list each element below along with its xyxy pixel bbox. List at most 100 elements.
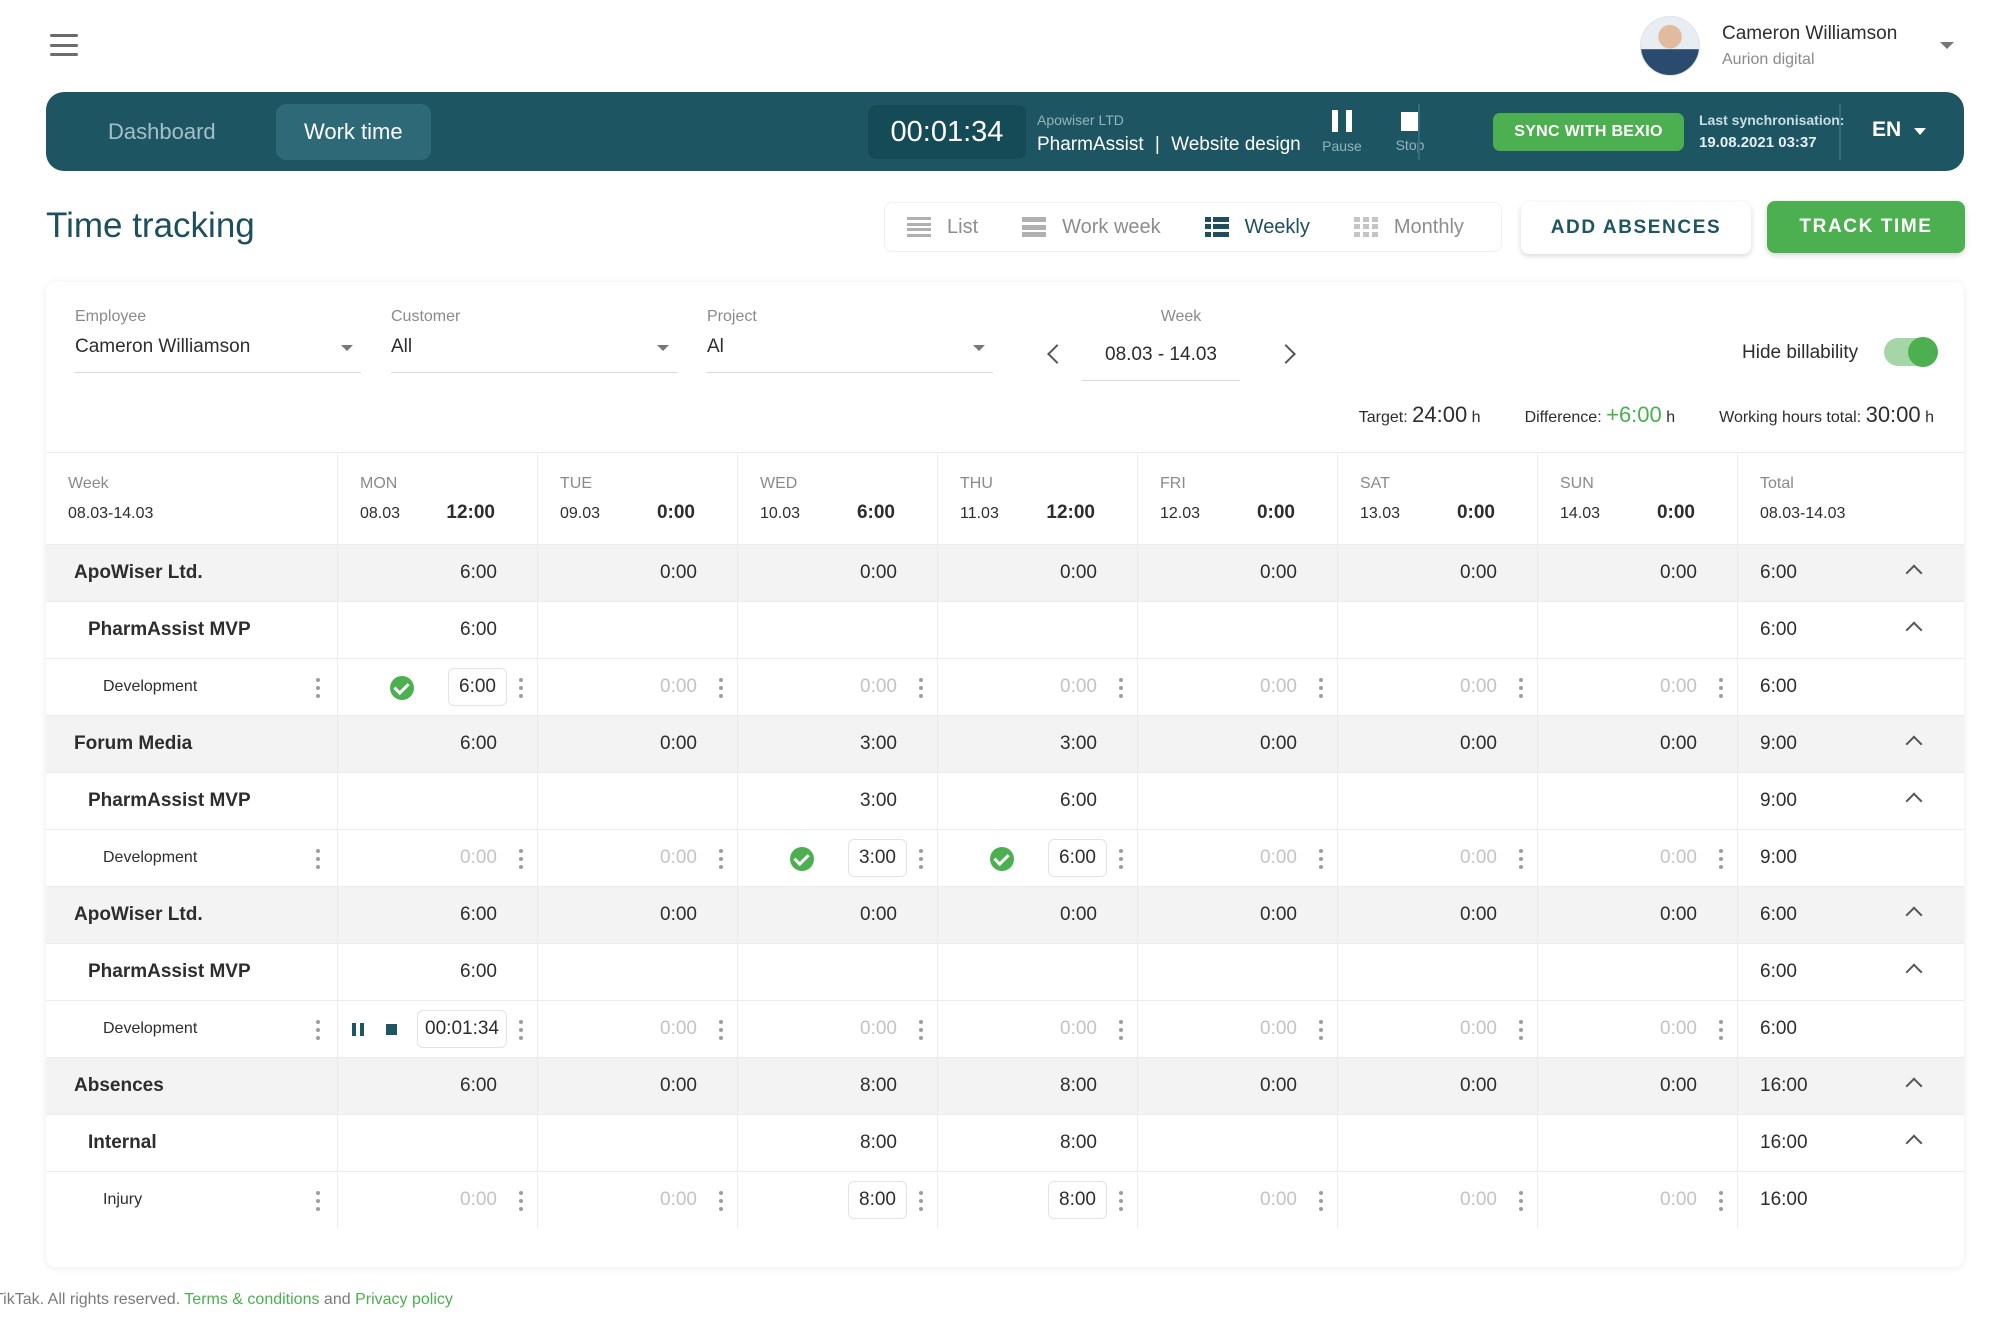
hours-input[interactable]: 0:00 — [660, 659, 697, 715]
hours-input[interactable]: 0:00 — [660, 1172, 697, 1228]
more-options-icon[interactable] — [1519, 849, 1523, 869]
view-monthly[interactable]: Monthly — [1332, 203, 1486, 251]
track-time-button[interactable]: TRACK TIME — [1767, 201, 1965, 253]
day-cell-mon[interactable]: 0:00 — [337, 1172, 537, 1228]
pause-button[interactable]: Pause — [1316, 110, 1368, 154]
hours-input[interactable]: 0:00 — [1660, 830, 1697, 886]
more-options-icon[interactable] — [316, 1020, 320, 1040]
hours-input[interactable]: 0:00 — [1060, 1001, 1097, 1057]
chevron-left-icon[interactable] — [1047, 344, 1067, 364]
hours-input[interactable]: 0:00 — [660, 830, 697, 886]
customer-select[interactable]: All — [391, 336, 677, 373]
chevron-up-icon[interactable] — [1905, 735, 1923, 753]
add-absences-button[interactable]: ADD ABSENCES — [1521, 202, 1751, 254]
hide-billability-toggle[interactable] — [1884, 337, 1938, 367]
more-options-icon[interactable] — [719, 678, 723, 698]
hours-input[interactable]: 0:00 — [1260, 1001, 1297, 1057]
hours-input[interactable]: 0:00 — [1660, 1172, 1697, 1228]
day-cell-sat[interactable]: 0:00 — [1337, 1172, 1537, 1228]
hours-input[interactable]: 0:00 — [860, 659, 897, 715]
more-options-icon[interactable] — [719, 1191, 723, 1211]
chevron-up-icon[interactable] — [1905, 1077, 1923, 1095]
privacy-link[interactable]: Privacy policy — [355, 1291, 453, 1308]
day-cell-sat[interactable]: 0:00 — [1337, 659, 1537, 715]
day-cell-fri[interactable]: 0:00 — [1137, 1172, 1337, 1228]
more-options-icon[interactable] — [1519, 1020, 1523, 1040]
chevron-up-icon[interactable] — [1905, 621, 1923, 639]
employee-select[interactable]: Cameron Williamson — [75, 336, 361, 373]
more-options-icon[interactable] — [1319, 1191, 1323, 1211]
hours-input[interactable]: 0:00 — [1260, 830, 1297, 886]
chevron-right-icon[interactable] — [1276, 344, 1296, 364]
tab-work-time[interactable]: Work time — [276, 104, 431, 160]
more-options-icon[interactable] — [316, 1191, 320, 1211]
more-options-icon[interactable] — [519, 849, 523, 869]
more-options-icon[interactable] — [519, 1191, 523, 1211]
more-options-icon[interactable] — [919, 1020, 923, 1040]
user-menu[interactable]: Cameron Williamson Aurion digital — [1640, 14, 1960, 78]
hours-input[interactable]: 0:00 — [1060, 659, 1097, 715]
day-cell-mon[interactable]: 6:00 — [337, 659, 537, 715]
terms-link[interactable]: Terms & conditions — [184, 1291, 319, 1308]
day-cell-sat[interactable]: 0:00 — [1337, 830, 1537, 886]
more-options-icon[interactable] — [1119, 1191, 1123, 1211]
project-select[interactable]: Al — [707, 336, 993, 373]
more-options-icon[interactable] — [1719, 1191, 1723, 1211]
more-options-icon[interactable] — [316, 849, 320, 869]
day-cell-wed[interactable]: 0:00 — [737, 659, 937, 715]
day-cell-fri[interactable]: 0:00 — [1137, 830, 1337, 886]
hours-input[interactable]: 0:00 — [1660, 659, 1697, 715]
more-options-icon[interactable] — [1119, 1020, 1123, 1040]
hours-input[interactable]: 0:00 — [460, 830, 497, 886]
day-cell-tue[interactable]: 0:00 — [537, 1172, 737, 1228]
day-cell-fri[interactable]: 0:00 — [1137, 659, 1337, 715]
view-list[interactable]: List — [885, 203, 1000, 251]
day-cell-wed[interactable]: 8:00 — [737, 1172, 937, 1228]
more-options-icon[interactable] — [1719, 678, 1723, 698]
day-cell-thu[interactable]: 0:00 — [937, 1001, 1137, 1057]
more-options-icon[interactable] — [1719, 1020, 1723, 1040]
more-options-icon[interactable] — [919, 849, 923, 869]
more-options-icon[interactable] — [519, 678, 523, 698]
hours-input[interactable]: 0:00 — [1460, 1001, 1497, 1057]
chevron-up-icon[interactable] — [1905, 906, 1923, 924]
day-cell-thu[interactable]: 8:00 — [937, 1172, 1137, 1228]
hours-input[interactable]: 0:00 — [1460, 1172, 1497, 1228]
hours-input[interactable]: 8:00 — [848, 1181, 907, 1219]
stop-icon[interactable] — [386, 1024, 397, 1035]
more-options-icon[interactable] — [919, 678, 923, 698]
more-options-icon[interactable] — [1319, 678, 1323, 698]
more-options-icon[interactable] — [1719, 849, 1723, 869]
day-cell-sun[interactable]: 0:00 — [1537, 1172, 1737, 1228]
day-cell-mon[interactable]: 00:01:34 — [337, 1001, 537, 1057]
week-value[interactable]: 08.03 - 14.03 — [1082, 344, 1240, 381]
more-options-icon[interactable] — [1519, 1191, 1523, 1211]
more-options-icon[interactable] — [1519, 678, 1523, 698]
chevron-up-icon[interactable] — [1905, 1134, 1923, 1152]
more-options-icon[interactable] — [1319, 849, 1323, 869]
sync-with-bexio-button[interactable]: SYNC WITH BEXIO — [1493, 113, 1684, 151]
more-options-icon[interactable] — [519, 1020, 523, 1040]
chevron-down-icon[interactable] — [1914, 128, 1926, 135]
day-cell-thu[interactable]: 0:00 — [937, 659, 1137, 715]
day-cell-tue[interactable]: 0:00 — [537, 830, 737, 886]
day-cell-tue[interactable]: 0:00 — [537, 1001, 737, 1057]
day-cell-sun[interactable]: 0:00 — [1537, 659, 1737, 715]
hours-input[interactable]: 0:00 — [660, 1001, 697, 1057]
more-options-icon[interactable] — [316, 678, 320, 698]
chevron-up-icon[interactable] — [1905, 963, 1923, 981]
pause-icon[interactable] — [352, 1023, 364, 1036]
hours-input[interactable]: 0:00 — [1260, 1172, 1297, 1228]
day-cell-tue[interactable]: 0:00 — [537, 659, 737, 715]
tab-dashboard[interactable]: Dashboard — [80, 104, 244, 160]
hours-input[interactable]: 0:00 — [1660, 1001, 1697, 1057]
day-cell-fri[interactable]: 0:00 — [1137, 1001, 1337, 1057]
day-cell-sun[interactable]: 0:00 — [1537, 1001, 1737, 1057]
day-cell-mon[interactable]: 0:00 — [337, 830, 537, 886]
hours-input[interactable]: 0:00 — [1460, 659, 1497, 715]
day-cell-wed[interactable]: 0:00 — [737, 1001, 937, 1057]
view-work-week[interactable]: Work week — [1000, 203, 1183, 251]
hours-input[interactable]: 0:00 — [1460, 830, 1497, 886]
chevron-up-icon[interactable] — [1905, 792, 1923, 810]
running-timer-input[interactable]: 00:01:34 — [417, 1010, 507, 1048]
